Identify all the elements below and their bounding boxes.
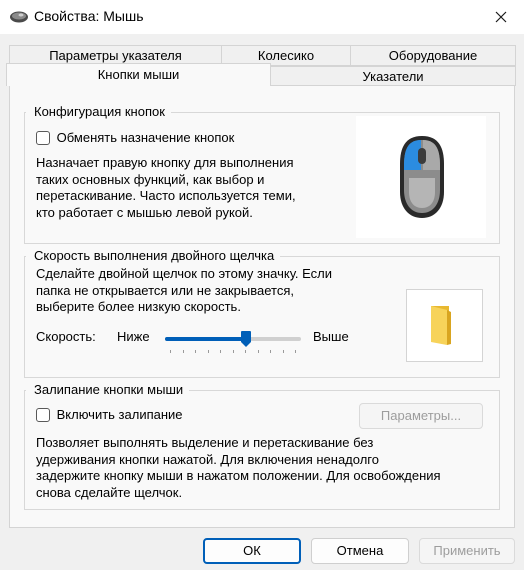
button-config-description: Назначает правую кнопку для выполнения т… bbox=[36, 155, 356, 221]
slider-tick bbox=[182, 350, 184, 353]
mouse-icon bbox=[9, 9, 29, 25]
mouse-preview-box bbox=[356, 116, 486, 238]
speed-slider-ticks bbox=[170, 350, 296, 356]
description-line: Назначает правую кнопку для выполнения bbox=[36, 155, 294, 170]
description-line: кто работает с мышью левой рукой. bbox=[36, 204, 253, 220]
speed-fast-label: Выше bbox=[313, 329, 349, 344]
click-lock-description: Позволяет выполнять выделение и перетаск… bbox=[36, 435, 496, 501]
description-line: перетаскивание. Часто используется теми, bbox=[36, 188, 296, 203]
slider-tick bbox=[270, 350, 271, 353]
description-line: Позволяет выполнять выделение и перетаск… bbox=[36, 435, 374, 450]
slider-tick bbox=[195, 350, 196, 353]
button-config-title: Конфигурация кнопок bbox=[26, 104, 171, 120]
double-click-description: Сделайте двойной щелчок по этому значку.… bbox=[36, 266, 396, 316]
swap-buttons-checkbox[interactable] bbox=[36, 130, 50, 145]
description-line: выберите более низкую скорость. bbox=[36, 299, 241, 314]
speed-slider[interactable] bbox=[165, 331, 301, 347]
speed-label: Скорость: bbox=[36, 329, 96, 344]
cancel-button[interactable]: Отмена bbox=[311, 538, 409, 564]
description-line: удерживания кнопки нажатой. Для включени… bbox=[36, 451, 379, 467]
slider-tick bbox=[257, 350, 259, 353]
apply-button[interactable]: Применить bbox=[419, 538, 515, 564]
swap-buttons-label[interactable]: Обменять назначение кнопок bbox=[57, 130, 235, 145]
description-line: таких основных функций, как выбор и bbox=[36, 171, 265, 187]
description-line: Сделайте двойной щелчок по этому значку.… bbox=[36, 266, 333, 281]
description-line: снова сделайте щелчок. bbox=[36, 484, 183, 500]
tab-pointers[interactable]: Указатели bbox=[270, 66, 516, 86]
click-lock-checkbox-row[interactable]: Включить залипание bbox=[36, 406, 183, 422]
swap-buttons-checkbox-row[interactable]: Обменять назначение кнопок bbox=[36, 129, 234, 145]
mouse-preview-icon bbox=[397, 134, 447, 223]
description-line: задержите кнопку мыши в нажатом положени… bbox=[36, 468, 441, 483]
click-lock-settings-button[interactable]: Параметры... bbox=[359, 403, 483, 429]
slider-tick bbox=[245, 350, 246, 353]
slider-tick bbox=[170, 350, 171, 353]
click-lock-label[interactable]: Включить залипание bbox=[57, 407, 183, 422]
window-title: Свойства: Мышь bbox=[34, 8, 144, 24]
double-click-title: Скорость выполнения двойного щелчка bbox=[26, 248, 281, 264]
title-bar: Свойства: Мышь bbox=[0, 0, 524, 34]
folder-icon[interactable] bbox=[427, 304, 461, 349]
click-lock-title: Залипание кнопки мыши bbox=[26, 382, 190, 398]
speed-slider-fill bbox=[165, 337, 246, 341]
slider-tick bbox=[232, 350, 234, 353]
slider-tick bbox=[295, 350, 296, 353]
close-icon[interactable] bbox=[478, 0, 524, 34]
slider-tick bbox=[207, 350, 209, 353]
test-folder-box[interactable] bbox=[406, 289, 483, 362]
tab-buttons[interactable]: Кнопки мыши bbox=[6, 63, 271, 86]
speed-slider-thumb[interactable] bbox=[240, 331, 251, 347]
tab-hardware[interactable]: Оборудование bbox=[350, 45, 516, 66]
description-line: папка не открывается или не закрывается, bbox=[36, 282, 294, 298]
speed-slow-label: Ниже bbox=[117, 329, 150, 344]
slider-tick bbox=[220, 350, 221, 353]
slider-tick bbox=[282, 350, 284, 353]
ok-button[interactable]: ОК bbox=[203, 538, 301, 564]
click-lock-checkbox[interactable] bbox=[36, 407, 50, 422]
